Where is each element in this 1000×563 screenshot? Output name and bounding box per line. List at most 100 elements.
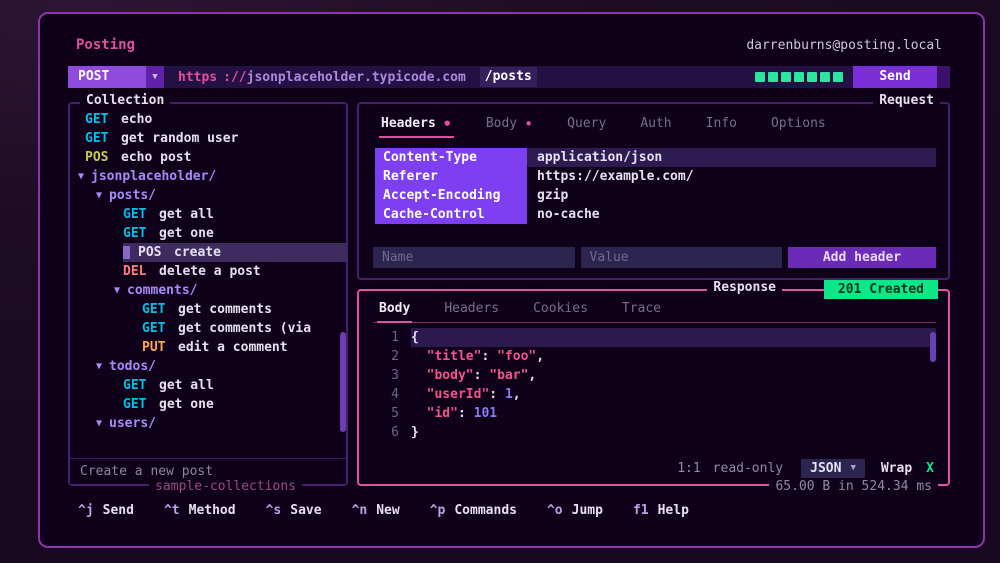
- request-tab-body[interactable]: Body •: [484, 114, 535, 136]
- header-row-content-type[interactable]: Content-Type application/json: [375, 148, 936, 167]
- keybinding-method[interactable]: ^t Method: [164, 503, 236, 518]
- tree-folder-todos[interactable]: ▼ todos/: [70, 357, 346, 376]
- keybinding-new[interactable]: ^n New: [352, 503, 400, 518]
- response-tab-body[interactable]: Body: [377, 299, 413, 323]
- keybinding-help[interactable]: f1 Help: [633, 503, 689, 518]
- tab-label: Info: [705, 116, 737, 131]
- tree-request-get-one[interactable]: GET get one: [70, 224, 346, 243]
- action-label: New: [376, 502, 400, 518]
- keybinding-send[interactable]: ^j Send: [78, 503, 134, 518]
- url-host: jsonplaceholder.typicode.com: [246, 69, 466, 85]
- response-body-editor[interactable]: 1{2 "title": "foo", 3 "body": "bar", 4 "us…: [373, 328, 936, 458]
- wrap-checkbox[interactable]: X: [926, 461, 936, 476]
- request-label: echo post: [121, 150, 192, 165]
- action-label: Save: [290, 502, 322, 518]
- header-value-input[interactable]: [580, 247, 782, 268]
- response-tab-cookies[interactable]: Cookies: [531, 299, 590, 321]
- url-input[interactable]: https://jsonplaceholder.typicode.com /po…: [164, 66, 745, 88]
- keybinding-commands[interactable]: ^p Commands: [430, 503, 517, 518]
- chevron-down-icon: ▼: [114, 285, 121, 296]
- tree-request-create[interactable]: POS create: [70, 243, 346, 262]
- url-path: /posts: [479, 67, 537, 87]
- code-line: 1{: [373, 328, 936, 347]
- wrap-toggle-label[interactable]: Wrap: [881, 461, 912, 476]
- tree-request-get-one[interactable]: GET get one: [70, 395, 346, 414]
- readonly-label: read-only: [712, 460, 784, 476]
- code-line: 4 "userId": 1,: [373, 385, 936, 404]
- line-number: 6: [391, 425, 399, 440]
- action-label: Help: [657, 502, 689, 518]
- header-row-cache-control[interactable]: Cache-Control no-cache: [375, 205, 936, 224]
- collection-scrollbar[interactable]: [340, 332, 346, 432]
- tree-request-get-comments[interactable]: GET get comments: [70, 300, 346, 319]
- header-name-input[interactable]: [373, 247, 575, 268]
- tree-request-echo-post[interactable]: POS echo post: [70, 148, 346, 167]
- keybinding-save[interactable]: ^s Save: [266, 503, 322, 518]
- tree-request-delete-a-post[interactable]: DEL delete a post: [70, 262, 346, 281]
- response-footer: 1:1 read-only JSON ▼ Wrap X: [373, 458, 936, 478]
- tab-label: Options: [770, 116, 826, 131]
- tab-label: Cookies: [533, 301, 588, 316]
- header-name: Cache-Control: [375, 205, 527, 224]
- tab-label: Body: [485, 116, 518, 131]
- folder-label: posts/: [109, 188, 156, 203]
- action-label: Method: [188, 502, 236, 518]
- action-label: Send: [102, 502, 134, 518]
- tree-folder-posts[interactable]: ▼ posts/: [70, 186, 346, 205]
- tab-label: Headers: [381, 116, 436, 131]
- tree-folder-jsonplaceholder[interactable]: ▼ jsonplaceholder/: [70, 167, 346, 186]
- right-column: Request Headers • Body • Query Auth Info Option…: [357, 93, 950, 495]
- response-tab-headers[interactable]: Headers: [442, 299, 501, 321]
- folder-label: todos/: [109, 359, 156, 374]
- format-select[interactable]: JSON ▼: [801, 458, 865, 478]
- chevron-down-icon: ▼: [850, 463, 856, 473]
- key-label: ^s: [265, 502, 282, 518]
- response-scrollbar[interactable]: [930, 332, 936, 362]
- trace-block: [768, 72, 778, 82]
- collection-tree[interactable]: GET echo GET get random user POS echo post ▼ js…: [70, 104, 346, 458]
- request-tab-info[interactable]: Info: [704, 114, 739, 136]
- header-name: Content-Type: [375, 148, 527, 167]
- header-row-accept-encoding[interactable]: Accept-Encoding gzip: [375, 186, 936, 205]
- request-tab-headers[interactable]: Headers •: [379, 114, 454, 138]
- code-line: 2 "title": "foo",: [373, 347, 936, 366]
- request-panel-title: Request: [873, 93, 940, 109]
- trace-block: [833, 72, 843, 82]
- method-badge: GET: [123, 226, 147, 241]
- send-button[interactable]: Send: [853, 66, 937, 88]
- chevron-down-icon: ▼: [96, 361, 103, 372]
- chevron-down-icon: ▼: [146, 66, 164, 88]
- tree-folder-comments[interactable]: ▼ comments/: [70, 281, 346, 300]
- trace-block: [794, 72, 804, 82]
- request-tab-options[interactable]: Options: [769, 114, 828, 136]
- tree-folder-users[interactable]: ▼ users/: [70, 414, 346, 433]
- line-number: 2: [391, 349, 399, 364]
- status-badge: 201 Created: [823, 280, 938, 299]
- chevron-down-icon: ▼: [96, 190, 103, 201]
- request-label: edit a comment: [178, 340, 288, 355]
- method-select[interactable]: POST ▼: [68, 66, 164, 88]
- keybinding-jump[interactable]: ^o Jump: [547, 503, 603, 518]
- response-panel: Response 201 Created Body Headers Cookies T…: [357, 280, 950, 495]
- method-badge: GET: [85, 131, 109, 146]
- line-content: "userId": 1,: [426, 387, 521, 402]
- tree-request-echo[interactable]: GET echo: [70, 110, 346, 129]
- add-header-button[interactable]: Add header: [788, 247, 936, 268]
- tree-request-get-comments-via[interactable]: GET get comments (via: [70, 319, 346, 338]
- modified-dot-icon: •: [524, 114, 534, 133]
- tree-request-get-random-user[interactable]: GET get random user: [70, 129, 346, 148]
- request-tab-query[interactable]: Query: [565, 114, 608, 136]
- line-number: 1: [391, 330, 399, 345]
- key-label: ^t: [163, 502, 180, 518]
- send-menu-button[interactable]: [937, 66, 950, 88]
- request-tab-auth[interactable]: Auth: [638, 114, 673, 136]
- line-content: "id": 101: [426, 406, 498, 421]
- tree-request-edit-a-comment[interactable]: PUT edit a comment: [70, 338, 346, 357]
- response-panel-title: Response: [707, 280, 782, 296]
- tree-request-get-all[interactable]: GET get all: [70, 376, 346, 395]
- header-row-referer[interactable]: Referer https://example.com/: [375, 167, 936, 186]
- response-tab-trace[interactable]: Trace: [620, 299, 663, 321]
- method-badge: GET: [142, 302, 166, 317]
- tab-label: Headers: [444, 301, 500, 316]
- tree-request-get-all[interactable]: GET get all: [70, 205, 346, 224]
